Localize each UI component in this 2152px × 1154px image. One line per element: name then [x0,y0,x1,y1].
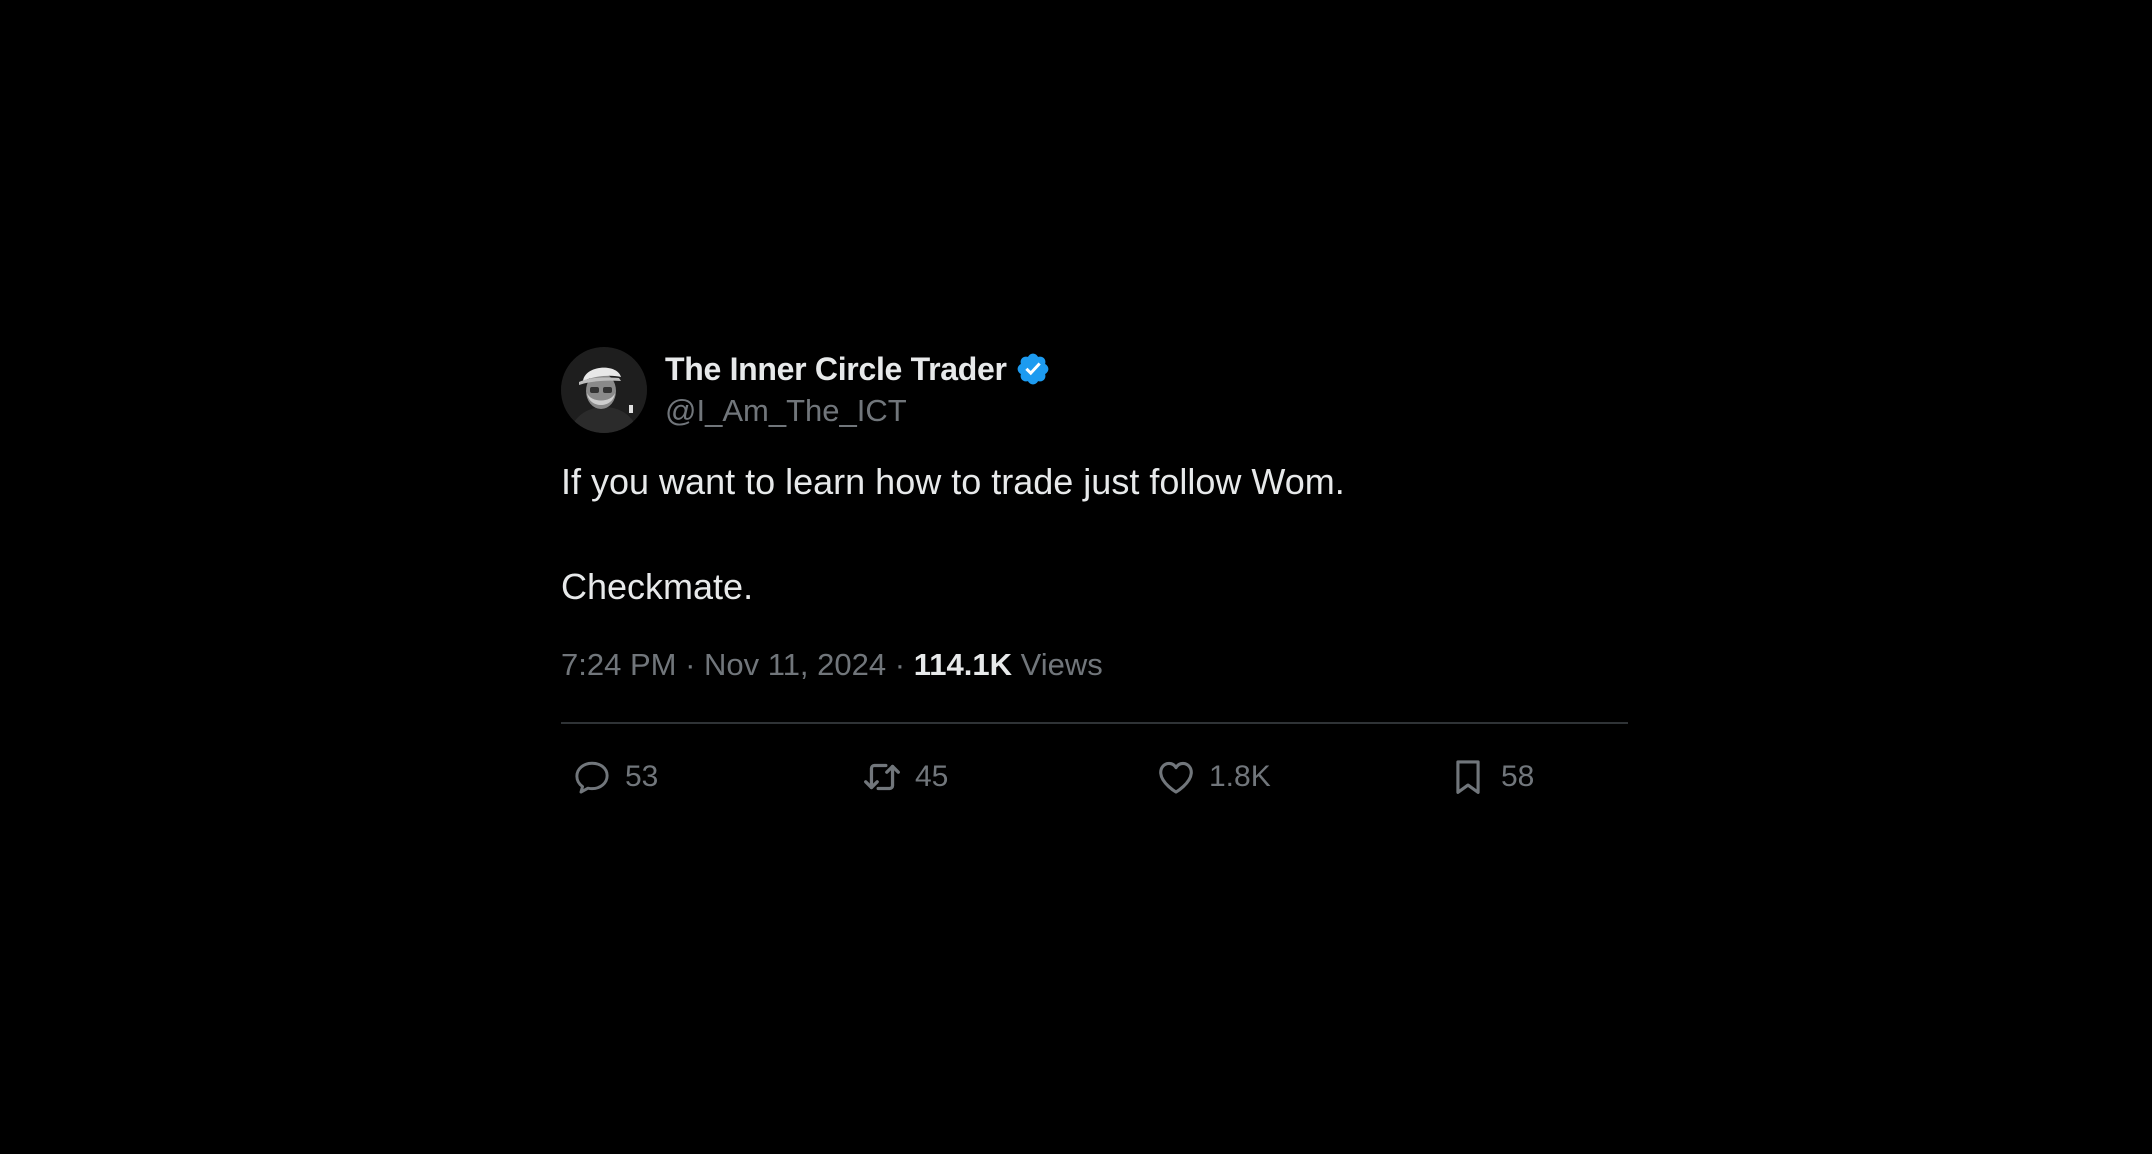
tweet-meta: 7:24 PM · Nov 11, 2024 · 114.1K Views [561,644,1628,686]
reply-icon [569,754,615,800]
tweet-text: If you want to learn how to trade just f… [561,455,1628,614]
meta-separator: · [685,647,705,682]
author-handle[interactable]: @I_Am_The_ICT [665,391,1051,431]
author-info: The Inner Circle Trader @I_Am_The_ICT [665,349,1051,431]
tweet-date[interactable]: Nov 11, 2024 [704,647,886,682]
tweet-text-line: Checkmate. [561,566,754,607]
reply-button[interactable]: 53 [569,754,658,800]
tweet-card: The Inner Circle Trader @I_Am_The_ICT If… [561,345,1628,834]
retweet-count: 45 [915,760,949,793]
retweet-icon [859,754,905,800]
meta-separator: · [894,647,914,682]
views-count: 114.1K [913,647,1021,682]
reply-count: 53 [625,760,659,793]
verified-badge-icon[interactable] [1015,351,1051,387]
like-count: 1.8K [1209,760,1271,793]
author-display-name[interactable]: The Inner Circle Trader [665,349,1007,389]
like-button[interactable]: 1.8K [1153,754,1271,800]
retweet-button[interactable]: 45 [859,754,948,800]
bookmark-count: 58 [1501,760,1535,793]
bookmark-button[interactable]: 58 [1445,754,1534,800]
tweet-time[interactable]: 7:24 PM [561,647,676,682]
tweet-header: The Inner Circle Trader @I_Am_The_ICT [561,345,1628,435]
bookmark-icon [1445,754,1491,800]
heart-icon [1153,754,1199,800]
tweet-text-line: If you want to learn how to trade just f… [561,461,1345,502]
action-bar: 53 45 1.8K 58 [561,724,1628,834]
name-row: The Inner Circle Trader [665,349,1051,389]
avatar[interactable] [561,347,647,433]
views-label: Views [1020,647,1103,682]
